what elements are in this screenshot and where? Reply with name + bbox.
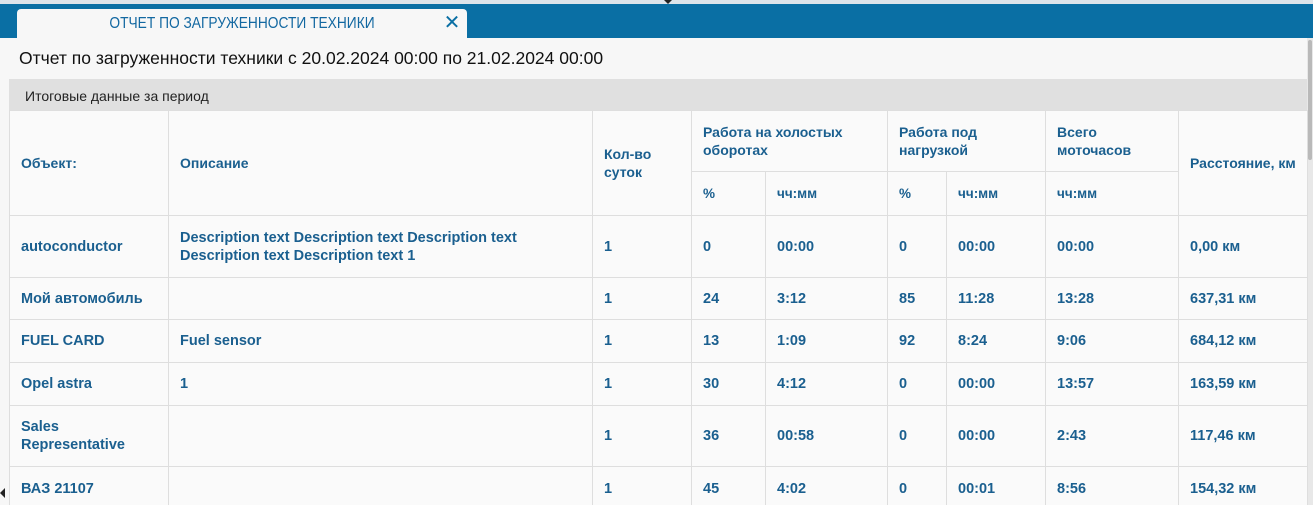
table-row: Sales Representative 1 36 00:58 0 00:00 … [9,405,1309,467]
cell-object: FUEL CARD [9,319,169,363]
cell-idle-time: 1:09 [764,319,889,363]
report-tab[interactable]: ОТЧЕТ ПО ЗАГРУЖЕННОСТИ ТЕХНИКИ ✕ [17,9,467,38]
cell-load-time: 00:01 [946,466,1047,505]
cell-idle-time: 00:58 [764,405,889,467]
cell-distance: 163,59 км [1178,362,1309,406]
cell-distance: 117,46 км [1178,405,1309,467]
header-load-hhmm: чч:мм [946,171,1047,216]
header-description: Описание [168,110,593,216]
cell-days: 1 [592,466,692,505]
cell-total-time: 2:43 [1045,405,1180,467]
cell-load-percent: 0 [887,405,948,467]
cell-idle-percent: 30 [691,362,766,406]
cell-distance: 637,31 км [1178,277,1309,320]
cell-idle-percent: 0 [691,215,766,278]
header-object: Объект: [9,110,169,216]
cell-load-time: 00:00 [946,362,1047,406]
cell-days: 1 [592,277,692,320]
cell-object: Sales Representative [9,405,169,467]
cell-object: ВАЗ 21107 [9,466,169,505]
header-total: Всего моточасов [1045,110,1180,172]
table-row: FUEL CARD Fuel sensor 1 13 1:09 92 8:24 … [9,319,1309,363]
cell-description [168,277,593,320]
table-row: Opel astra 1 1 30 4:12 0 00:00 13:57 163… [9,362,1309,406]
cell-idle-percent: 13 [691,319,766,363]
cell-load-percent: 92 [887,319,948,363]
cell-idle-percent: 36 [691,405,766,467]
cell-total-time: 13:28 [1045,277,1180,320]
header-distance: Расстояние, км [1178,110,1309,216]
cell-idle-time: 4:12 [764,362,889,406]
cell-load-time: 00:00 [946,215,1047,278]
cell-load-time: 8:24 [946,319,1047,363]
table-row: ВАЗ 21107 1 45 4:02 0 00:01 8:56 154,32 … [9,466,1309,505]
cell-description: 1 [168,362,593,406]
scrollbar-thumb[interactable] [1308,40,1312,160]
cell-load-time: 11:28 [946,277,1047,320]
cell-distance: 684,12 км [1178,319,1309,363]
cell-load-percent: 0 [887,466,948,505]
table-row: Мой автомобиль 1 24 3:12 85 11:28 13:28 … [9,277,1309,320]
cell-description [168,405,593,467]
cell-idle-time: 00:00 [764,215,889,278]
cell-days: 1 [592,405,692,467]
header-load-percent: % [887,171,948,216]
left-arrow-icon [0,488,5,498]
cell-idle-time: 4:02 [764,466,889,505]
cell-distance: 154,32 км [1178,466,1309,505]
cell-load-time: 00:00 [946,405,1047,467]
cell-idle-percent: 24 [691,277,766,320]
summary-section-header: Итоговые данные за период [9,79,1307,110]
cell-idle-percent: 45 [691,466,766,505]
cell-total-time: 9:06 [1045,319,1180,363]
summary-section-label: Итоговые данные за период [25,88,209,104]
header-idle-percent: % [691,171,766,216]
tab-title: ОТЧЕТ ПО ЗАГРУЖЕННОСТИ ТЕХНИКИ [109,15,375,32]
cell-object: Opel astra [9,362,169,406]
header-idle: Работа на холостых оборотах [690,110,889,172]
cell-description [168,466,593,505]
header-idle-hhmm: чч:мм [764,171,889,216]
utilization-table: Объект: Описание Кол-во суток Работа на … [9,110,1309,505]
cell-days: 1 [592,215,692,278]
cell-object: autoconductor [9,215,169,278]
cell-total-time: 8:56 [1045,466,1180,505]
cell-description: Description text Description text Descri… [168,215,593,278]
table-row: autoconductor Description text Descripti… [9,215,1309,278]
cell-total-time: 00:00 [1045,215,1180,278]
report-title: Отчет по загруженности техники с 20.02.2… [19,48,604,68]
header-days: Кол-во суток [592,110,692,216]
close-icon[interactable]: ✕ [443,12,461,34]
cell-object: Мой автомобиль [9,277,169,320]
header-total-hhmm: чч:мм [1045,171,1180,216]
cell-days: 1 [592,319,692,363]
cell-idle-time: 3:12 [764,277,889,320]
cell-total-time: 13:57 [1045,362,1180,406]
cell-days: 1 [592,362,692,406]
cell-load-percent: 0 [887,362,948,406]
header-load: Работа под нагрузкой [887,110,1047,172]
cell-load-percent: 85 [887,277,948,320]
cell-description: Fuel sensor [168,319,593,363]
cell-load-percent: 0 [887,215,948,278]
cell-distance: 0,00 км [1178,215,1309,278]
